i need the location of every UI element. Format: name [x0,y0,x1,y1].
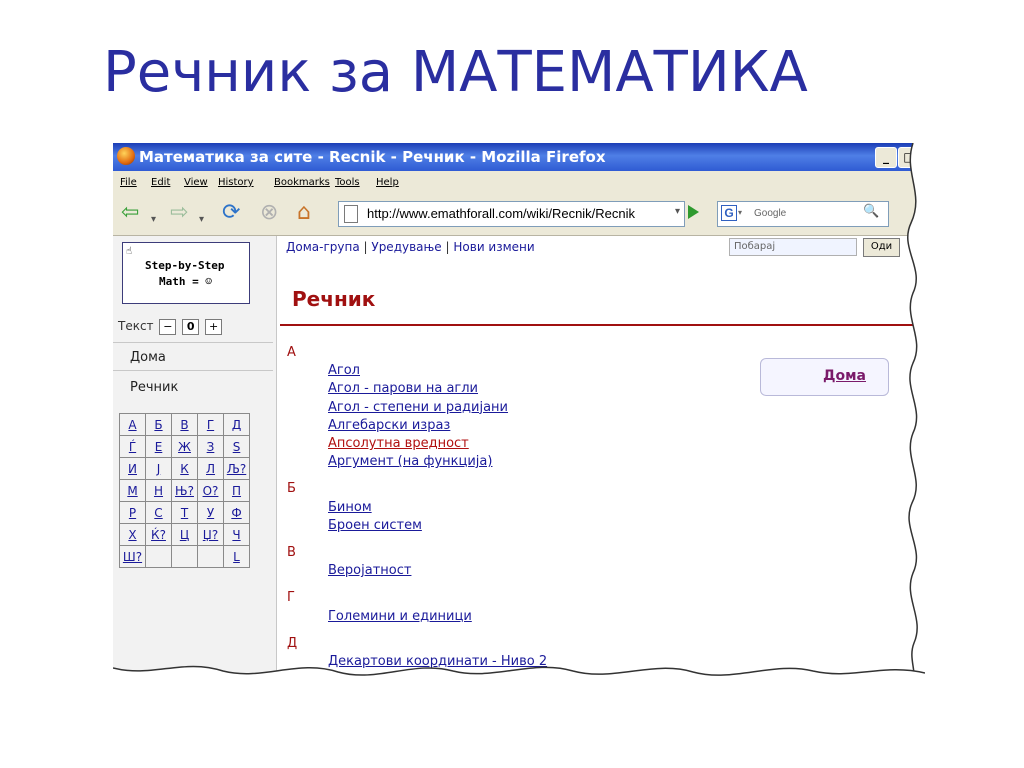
slide-title: Речник за МАТЕМАТИКА [103,40,808,105]
torn-edge [113,143,925,683]
browser-screenshot: Математика за сите - Recnik - Речник - M… [113,143,925,683]
